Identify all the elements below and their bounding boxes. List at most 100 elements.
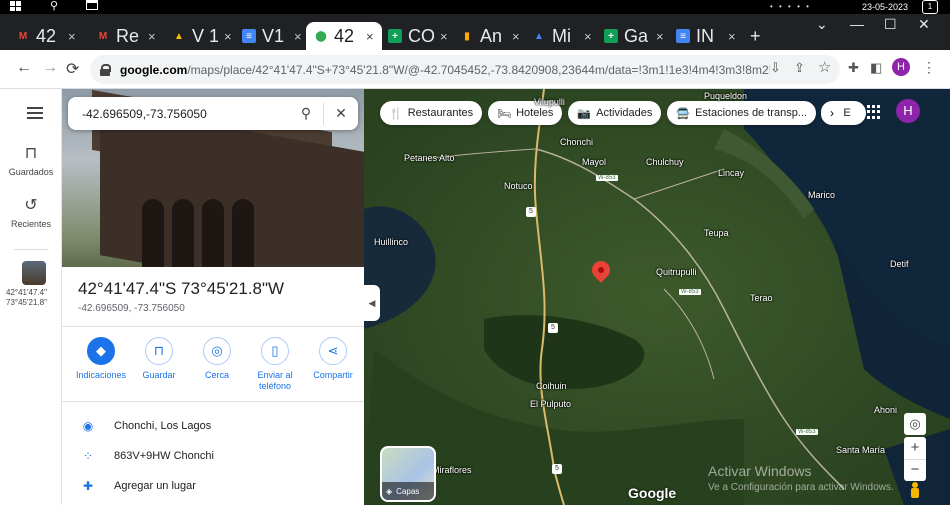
map-place-label[interactable]: Terao	[750, 293, 773, 303]
send-to-phone-label: Enviar al teléfono	[257, 370, 293, 391]
send-to-phone-button[interactable]: ▯ Enviar al teléfono	[246, 337, 304, 392]
lock-icon[interactable]	[100, 63, 111, 76]
file-explorer-icon[interactable]	[86, 0, 98, 10]
layers-button[interactable]: ◈ Capas	[380, 446, 436, 502]
map-place-label[interactable]: Teupa	[704, 228, 729, 238]
share-button[interactable]: ⋖ Compartir	[304, 337, 362, 392]
tab-close-icon[interactable]: ×	[224, 29, 232, 44]
browser-tab[interactable]: ⬤ 42 ×	[306, 22, 382, 50]
coordinates-decimal[interactable]: -42.696509, -73.756050	[78, 303, 185, 314]
my-location-icon[interactable]: ◎	[904, 413, 926, 435]
collapse-panel-button[interactable]: ◀	[364, 285, 380, 321]
chips-next-button[interactable]: ›	[821, 101, 843, 125]
browser-tab[interactable]: + CO ×	[380, 22, 456, 50]
address-bar[interactable]: google.com/maps/place/42°41'47.4"S+73°45…	[90, 55, 840, 84]
map-place-label[interactable]: Coihuin	[536, 381, 567, 391]
recent-place-thumbnail[interactable]	[22, 261, 46, 285]
browser-tab[interactable]: ▲ Mi ×	[524, 22, 600, 50]
browser-tab[interactable]: M Re ×	[88, 22, 164, 50]
map-place-label[interactable]: El Pulputo	[530, 399, 571, 409]
menu-hamburger-icon[interactable]	[27, 107, 43, 119]
recent-place-coords[interactable]: 42°41'47.4" 73°45'21.8"	[6, 288, 62, 308]
map-place-label[interactable]: Detif	[890, 259, 909, 269]
route-5-shield: 5	[552, 464, 562, 474]
info-row-plus-code[interactable]: ⁘ 863V+9HW Chonchi	[78, 449, 214, 463]
map-place-label[interactable]: Lincay	[718, 168, 744, 178]
search-icon[interactable]: ⚲	[289, 105, 323, 122]
map-place-label[interactable]: Puqueldon	[704, 91, 747, 101]
window-maximize-button[interactable]: ☐	[884, 16, 897, 33]
browser-tab[interactable]: ▲ V 1 ×	[164, 22, 240, 50]
map-place-label[interactable]: Mayol	[582, 157, 606, 167]
tab-close-icon[interactable]: ×	[512, 29, 520, 44]
tab-search-dropdown-icon[interactable]: ⌄	[816, 16, 828, 33]
save-button[interactable]: ⊓ Guardar	[130, 337, 188, 392]
os-date[interactable]: 23-05-2023	[862, 2, 908, 12]
map-place-label[interactable]: Huillinco	[374, 237, 408, 247]
profile-avatar[interactable]: H	[892, 58, 910, 76]
tab-title: Re	[116, 25, 140, 46]
map-place-label[interactable]: Miraflores	[432, 465, 472, 475]
tab-close-icon[interactable]: ×	[584, 29, 592, 44]
browser-tab[interactable]: + Ga ×	[596, 22, 672, 50]
category-chip[interactable]: 🍴 Restaurantes	[380, 101, 483, 125]
category-chip[interactable]: 📷 Actividades	[568, 101, 662, 125]
map-place-label[interactable]: Marico	[808, 190, 835, 200]
window-minimize-button[interactable]: —	[850, 16, 864, 32]
browser-tab[interactable]: ▮ An ×	[452, 22, 528, 50]
search-input[interactable]: -42.696509,-73.756050	[68, 107, 289, 121]
share-page-icon[interactable]: ⇪	[794, 60, 805, 76]
notification-icon[interactable]: 1	[922, 0, 938, 14]
info-row-add-place[interactable]: ✚ Agregar un lugar	[78, 479, 196, 493]
rail-recent[interactable]: ↺ Recientes	[0, 195, 62, 229]
browser-tab[interactable]: ≡ V1 ×	[234, 22, 310, 50]
tab-close-icon[interactable]: ×	[366, 29, 374, 44]
tab-close-icon[interactable]: ×	[440, 29, 448, 44]
rail-saved[interactable]: ⊓ Guardados	[0, 143, 62, 177]
directions-button[interactable]: ◆ Indicaciones	[72, 337, 130, 392]
map-place-label[interactable]: Chulchuy	[646, 157, 684, 167]
map-place-label[interactable]: Petanes Alto	[404, 153, 455, 163]
os-search-icon[interactable]: ⚲	[50, 0, 58, 12]
map-profile-avatar[interactable]: H	[896, 99, 920, 123]
nearby-button[interactable]: ◎ Cerca	[188, 337, 246, 392]
category-chip[interactable]: 🚍 Estaciones de transp...	[667, 101, 816, 125]
map-place-label[interactable]: Notuco	[504, 181, 533, 191]
extensions-icon[interactable]: ✚	[848, 60, 859, 76]
reload-icon[interactable]: ⟳	[66, 59, 79, 79]
forward-arrow-icon[interactable]: →	[42, 59, 58, 77]
new-tab-button[interactable]: +	[750, 26, 761, 47]
satellite-map[interactable]: 🍴 Restaurantes 🛏 Hoteles 📷 Actividades 🚍 Estaci…	[364, 89, 950, 505]
tab-favicon-icon: ≡	[242, 29, 256, 43]
tab-close-icon[interactable]: ×	[294, 29, 302, 44]
info-row-location[interactable]: ◉ Chonchi, Los Lagos	[78, 419, 211, 433]
map-place-label[interactable]: Santa María	[836, 445, 885, 455]
tab-close-icon[interactable]: ×	[68, 29, 76, 44]
tab-close-icon[interactable]: ×	[728, 29, 736, 44]
map-place-label[interactable]: Vilupulli	[534, 97, 565, 107]
road-label: W-853	[796, 429, 818, 435]
zoom-out-button[interactable]: −	[904, 459, 926, 481]
browser-tab[interactable]: ≡ IN ×	[668, 22, 744, 50]
map-place-label[interactable]: Quitrupulli	[656, 267, 697, 277]
side-panel-icon[interactable]: ◧	[870, 60, 882, 76]
tray-icons[interactable]: • • • • •	[770, 2, 811, 11]
zoom-in-button[interactable]: +	[904, 437, 926, 459]
window-close-button[interactable]: ✕	[918, 16, 930, 33]
close-icon[interactable]: ✕	[324, 105, 358, 122]
map-place-label[interactable]: Chonchi	[560, 137, 593, 147]
url-text[interactable]: google.com/maps/place/42°41'47.4"S+73°45…	[120, 63, 770, 77]
google-apps-icon[interactable]	[867, 105, 881, 119]
tab-close-icon[interactable]: ×	[656, 29, 664, 44]
install-app-icon[interactable]: ⇩	[770, 60, 781, 76]
action-buttons: ◆ Indicaciones ⊓ Guardar ◎ Cerca ▯ Enviar al te…	[72, 337, 362, 392]
windows-start-icon[interactable]	[10, 1, 22, 11]
divider	[62, 401, 364, 402]
browser-tab[interactable]: M 42 ×	[8, 22, 84, 50]
bookmark-star-icon[interactable]: ☆	[818, 58, 831, 76]
chrome-menu-icon[interactable]: ⋮	[922, 59, 936, 76]
tab-close-icon[interactable]: ×	[148, 29, 156, 44]
map-place-label[interactable]: Ahoni	[874, 405, 897, 415]
back-arrow-icon[interactable]: ←	[16, 59, 32, 77]
pegman-icon[interactable]	[910, 482, 920, 500]
